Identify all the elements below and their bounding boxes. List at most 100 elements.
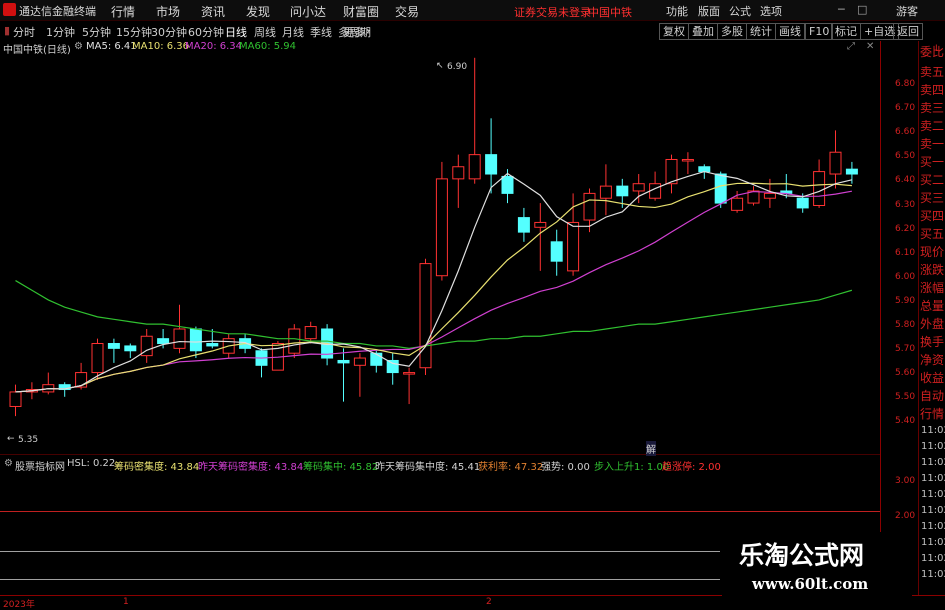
period-60min[interactable]: 60分钟 — [188, 24, 224, 40]
candle-down — [370, 352, 383, 366]
ma5-line — [15, 170, 853, 393]
btn-diejia[interactable]: 叠加 — [688, 23, 718, 40]
side-quote[interactable]: 行情 — [920, 408, 944, 420]
candle-up — [304, 326, 317, 340]
menu-banmian[interactable]: 版面 — [698, 3, 720, 19]
candle-up — [567, 221, 580, 272]
period-quarterly[interactable]: 季线 — [310, 24, 332, 40]
side-time: 11:02 — [921, 537, 945, 548]
minimize-icon[interactable]: ─ — [838, 3, 845, 16]
candle-up — [534, 221, 547, 228]
title-bar: 通达信金融终端 行情 市场 资讯 发现 问小达 财富圈 交易 证券交易未登录 中… — [0, 0, 945, 21]
side-sell4: 卖四 — [920, 83, 945, 97]
time-label-month-2: 2 — [486, 597, 492, 607]
candle-up — [468, 154, 481, 180]
candle-down — [616, 185, 629, 197]
candle-up — [681, 158, 694, 162]
candle-down — [485, 154, 498, 175]
period-daily[interactable]: 日线 — [225, 24, 247, 40]
price-tick: 6.60 — [895, 127, 916, 138]
trade-login-status[interactable]: 证券交易未登录 — [514, 4, 591, 20]
period-monthly[interactable]: 月线 — [282, 24, 304, 40]
menu-gongneng[interactable]: 功能 — [666, 3, 688, 19]
menu-jiaoyi[interactable]: 交易 — [395, 3, 419, 20]
side-buy2: 买二 — [920, 173, 945, 187]
settings-gear-icon[interactable]: ⚙ — [74, 41, 83, 52]
btn-tongji[interactable]: 统计 — [746, 23, 776, 40]
indicator-hsl: HSL: 0.22 — [67, 458, 116, 469]
menu-xuanxiang[interactable]: 选项 — [760, 3, 782, 19]
candle-up — [632, 183, 645, 192]
guest-login[interactable]: 游客 — [896, 3, 918, 19]
app-title: 通达信金融终端 — [19, 5, 96, 18]
menu-shichang[interactable]: 市场 — [156, 3, 180, 20]
time-label-month-1: 1 — [123, 597, 129, 607]
btn-fuquan[interactable]: 复权 — [659, 23, 689, 40]
candle-up — [9, 391, 22, 407]
side-volume: 总量 — [920, 299, 945, 313]
menu-wenxiaoda[interactable]: 问小达 — [290, 3, 326, 20]
period-1min[interactable]: 1分钟 — [46, 24, 75, 40]
ma10-label: MA10: 6.36 — [132, 41, 190, 52]
menu-zixun[interactable]: 资讯 — [201, 3, 225, 20]
btn-huaxian[interactable]: 画线 — [775, 23, 805, 40]
price-tick: 6.10 — [895, 247, 916, 258]
btn-f10[interactable]: F10 — [805, 23, 834, 40]
side-time: 11:02 — [921, 553, 945, 564]
menu-gongshi[interactable]: 公式 — [729, 3, 751, 19]
time-label-year: 2023年 — [3, 600, 35, 610]
price-tick: 5.80 — [895, 320, 916, 330]
maximize-icon[interactable]: □ — [857, 3, 867, 16]
period-fenshi[interactable]: 分时 — [13, 24, 35, 40]
btn-duogu[interactable]: 多股 — [717, 23, 747, 40]
close-chart-icon[interactable]: ✕ — [866, 41, 874, 52]
price-tick: 5.90 — [895, 295, 916, 306]
more-chevron-icon[interactable]: › — [366, 24, 370, 37]
period-toolbar: ▮ 分时 1分钟 5分钟 15分钟 30分钟 60分钟 日线 周线 月线 季线 — [0, 22, 945, 41]
btn-fanhui[interactable]: 返回 — [893, 23, 923, 40]
candle-down — [206, 343, 219, 347]
high-arrow-icon: ↖ — [436, 61, 444, 71]
watermark-url: www.60lt.com — [752, 575, 869, 593]
indicator-gear-icon[interactable]: ⚙ — [4, 458, 13, 469]
expand-icon[interactable]: ⤢ — [847, 41, 855, 52]
candlestick-chart[interactable] — [0, 55, 880, 455]
candle-up — [403, 372, 416, 375]
side-price: 现价 — [920, 245, 945, 259]
period-30min[interactable]: 30分钟 — [151, 24, 187, 40]
candle-up — [452, 166, 465, 180]
candle-up — [435, 178, 448, 277]
candle-down — [337, 359, 350, 364]
price-tick: 6.80 — [895, 79, 916, 89]
side-sell2: 卖二 — [920, 119, 945, 133]
menu-faxian[interactable]: 发现 — [246, 3, 270, 20]
watermark: 乐淘公式网 www.60lt.com — [722, 532, 912, 602]
current-stock-name: 中国中铁 — [588, 6, 632, 19]
price-tick: 6.40 — [895, 175, 916, 186]
candle-up — [419, 263, 432, 369]
price-tick: 5.60 — [895, 368, 916, 379]
side-weibi: 委比 — [920, 45, 945, 59]
lower-axis-tick-3: 3.00 — [895, 476, 916, 486]
side-outer: 外盘 — [920, 317, 945, 331]
candle-down — [157, 338, 170, 345]
period-5min[interactable]: 5分钟 — [82, 24, 111, 40]
side-buy3: 买三 — [920, 191, 945, 205]
candle-down — [517, 217, 530, 233]
period-15min[interactable]: 15分钟 — [116, 24, 152, 40]
price-tick: 6.30 — [895, 199, 916, 210]
side-auto[interactable]: 自动 — [920, 390, 944, 402]
candle-down — [107, 343, 120, 349]
btn-biaoji[interactable]: 标记 — [831, 23, 861, 40]
menu-caifuquan[interactable]: 财富圈 — [343, 3, 379, 20]
candle-down — [714, 173, 727, 204]
event-marker-jie[interactable]: 解 — [646, 441, 656, 456]
menu-hangqing[interactable]: 行情 — [111, 3, 135, 20]
candle-up — [599, 185, 612, 199]
period-more[interactable]: 更多 — [343, 24, 365, 40]
candle-up — [583, 192, 596, 221]
chart-stock-title: 中国中铁(日线) — [3, 45, 71, 56]
period-weekly[interactable]: 周线 — [254, 24, 276, 40]
side-time: 11:02 — [921, 473, 945, 484]
side-time: 11:02 — [921, 521, 945, 532]
